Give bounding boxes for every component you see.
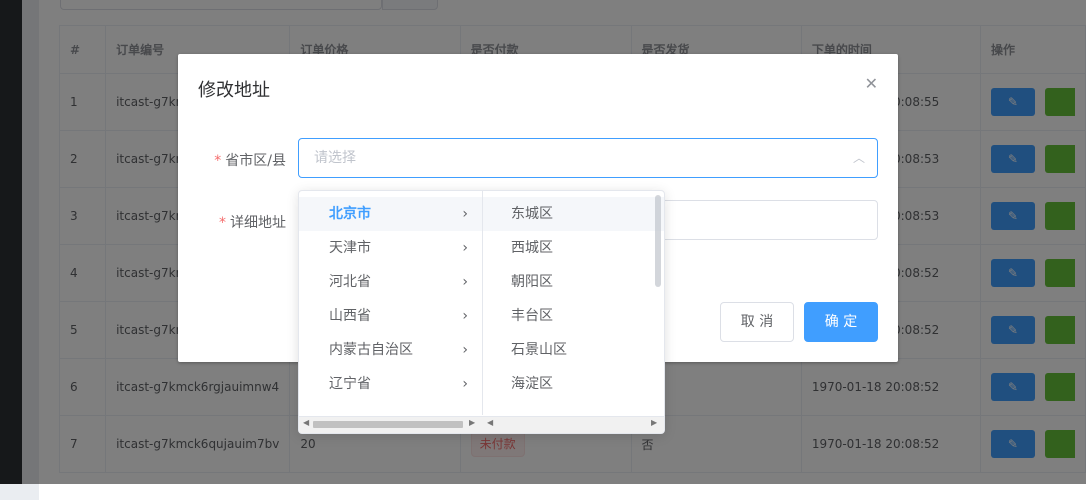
- scroll-left-icon[interactable]: ◀: [303, 418, 309, 427]
- district-menu[interactable]: 东城区 西城区 朝阳区 丰台区 石景山区 海淀区: [483, 191, 664, 415]
- province-label: 天津市: [329, 240, 371, 256]
- chevron-right-icon: ›: [462, 206, 468, 222]
- horizontal-scrollbar[interactable]: ◀ ▶ ◀ ▶: [299, 416, 664, 433]
- region-label-text: 省市区/县: [225, 153, 286, 169]
- detail-label: * 详细地址: [186, 212, 286, 232]
- chevron-right-icon: ›: [462, 342, 468, 358]
- region-cascader-input[interactable]: 请选择 ︿: [298, 138, 878, 178]
- detail-label-text: 详细地址: [230, 215, 286, 231]
- province-label: 河北省: [329, 274, 371, 290]
- province-item[interactable]: 山西省 ›: [299, 299, 482, 333]
- required-mark: *: [219, 215, 226, 231]
- province-label: 辽宁省: [329, 376, 371, 392]
- close-icon[interactable]: ✕: [865, 74, 878, 93]
- scroll-left-icon[interactable]: ◀: [487, 418, 493, 427]
- chevron-right-icon: ›: [462, 274, 468, 290]
- confirm-button[interactable]: 确 定: [804, 302, 878, 342]
- province-item[interactable]: 北京市 ›: [299, 197, 482, 231]
- chevron-up-icon: ︿: [852, 151, 865, 165]
- district-item[interactable]: 石景山区: [483, 333, 664, 367]
- cancel-button[interactable]: 取 消: [720, 302, 794, 342]
- required-mark: *: [214, 153, 222, 169]
- chevron-right-icon: ›: [462, 376, 468, 392]
- province-label: 北京市: [329, 206, 371, 222]
- region-placeholder: 请选择: [314, 150, 356, 166]
- district-item[interactable]: 朝阳区: [483, 265, 664, 299]
- scrollbar-thumb[interactable]: [313, 421, 463, 428]
- chevron-right-icon: ›: [462, 240, 468, 256]
- province-menu[interactable]: 北京市 › 天津市 › 河北省 › 山西省 › 内蒙古自治区 › 辽宁省 ›: [299, 191, 483, 415]
- district-item[interactable]: 丰台区: [483, 299, 664, 333]
- province-item[interactable]: 内蒙古自治区 ›: [299, 333, 482, 367]
- province-item[interactable]: 天津市 ›: [299, 231, 482, 265]
- dialog-title: 修改地址: [198, 80, 270, 101]
- region-label: * 省市区/县: [186, 150, 286, 170]
- chevron-right-icon: ›: [462, 308, 468, 324]
- province-label: 山西省: [329, 308, 371, 324]
- province-item[interactable]: 河北省 ›: [299, 265, 482, 299]
- province-item[interactable]: 辽宁省 ›: [299, 367, 482, 401]
- district-item[interactable]: 东城区: [483, 197, 664, 231]
- district-item[interactable]: 海淀区: [483, 367, 664, 401]
- district-item[interactable]: 西城区: [483, 231, 664, 265]
- scroll-right-icon[interactable]: ▶: [651, 418, 657, 427]
- scroll-right-icon[interactable]: ▶: [469, 418, 475, 427]
- cascader-dropdown: 北京市 › 天津市 › 河北省 › 山西省 › 内蒙古自治区 › 辽宁省 › 东城区 西城区…: [298, 190, 665, 434]
- province-label: 内蒙古自治区: [329, 342, 413, 358]
- vertical-scrollbar[interactable]: [655, 195, 661, 287]
